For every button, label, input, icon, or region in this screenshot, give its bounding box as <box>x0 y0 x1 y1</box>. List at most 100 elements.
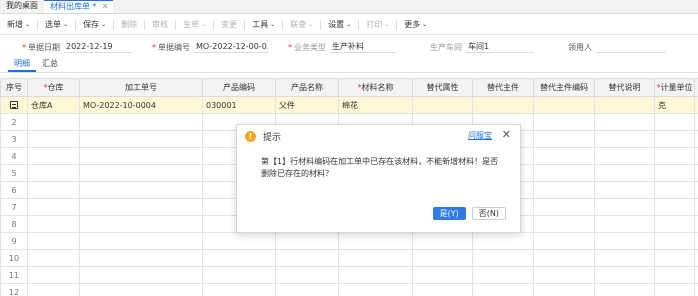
table-cell[interactable] <box>533 113 595 131</box>
table-cell[interactable] <box>27 232 80 250</box>
table-cell[interactable] <box>202 283 276 296</box>
table-cell[interactable] <box>27 147 80 165</box>
table-cell[interactable] <box>27 266 80 284</box>
table-cell[interactable]: 克 <box>654 96 695 114</box>
table-cell[interactable] <box>654 147 695 165</box>
table-cell[interactable] <box>79 283 203 296</box>
table-cell[interactable]: 11 <box>0 266 28 284</box>
table-cell[interactable] <box>472 266 534 284</box>
settings-button[interactable]: 设置 ⌄ <box>323 17 356 33</box>
table-cell[interactable]: 9 <box>0 232 28 250</box>
save-button[interactable]: 保存 ⌄ <box>78 17 111 33</box>
table-cell[interactable] <box>533 181 595 199</box>
table-cell[interactable] <box>338 283 413 296</box>
biz-type-input[interactable]: 生产补料 <box>330 41 396 53</box>
column-header[interactable]: 产品编码 <box>202 78 276 97</box>
table-cell[interactable] <box>594 232 655 250</box>
no-button[interactable]: 否(N) <box>471 207 506 220</box>
table-cell[interactable] <box>694 215 698 233</box>
column-header[interactable]: 产品名称 <box>275 78 339 97</box>
table-cell[interactable] <box>79 130 203 148</box>
column-header[interactable]: 序号 <box>0 78 28 97</box>
table-cell[interactable] <box>79 266 203 284</box>
table-cell[interactable]: 030001 <box>202 96 276 114</box>
table-cell[interactable] <box>533 198 595 216</box>
table-cell[interactable] <box>694 283 698 296</box>
table-cell[interactable] <box>654 198 695 216</box>
table-cell[interactable] <box>654 181 695 199</box>
table-cell[interactable] <box>533 96 595 114</box>
table-cell[interactable]: 12 <box>0 283 28 296</box>
table-cell[interactable] <box>79 198 203 216</box>
table-cell[interactable] <box>654 113 695 131</box>
table-cell[interactable] <box>275 283 339 296</box>
table-cell[interactable] <box>594 113 655 131</box>
table-cell[interactable] <box>694 232 698 250</box>
delete-button[interactable]: 删除 <box>116 17 142 33</box>
table-cell[interactable]: 10 <box>0 249 28 267</box>
change-button[interactable]: 变更 <box>216 17 242 33</box>
table-cell[interactable] <box>79 164 203 182</box>
table-cell[interactable] <box>27 283 80 296</box>
table-cell[interactable] <box>594 96 655 114</box>
column-header[interactable]: *材料名称 <box>338 78 413 97</box>
table-cell[interactable] <box>533 249 595 267</box>
table-cell[interactable] <box>594 266 655 284</box>
table-cell[interactable] <box>533 130 595 148</box>
table-cell[interactable] <box>594 215 655 233</box>
tab-detail[interactable]: 明细 <box>8 57 36 72</box>
more-button[interactable]: 更多 ⌄ <box>399 17 432 33</box>
column-header[interactable]: 加工单号 <box>79 78 203 97</box>
table-cell[interactable] <box>27 164 80 182</box>
yes-button[interactable]: 是(Y) <box>432 207 466 220</box>
table-cell[interactable] <box>594 249 655 267</box>
table-cell[interactable] <box>27 113 80 131</box>
table-cell[interactable] <box>533 283 595 296</box>
doc-no-input[interactable]: MO-2022-12-00-0... <box>194 41 268 53</box>
tab-material-outbound[interactable]: 材料出库单 * ✕ <box>44 0 113 13</box>
table-cell[interactable] <box>654 215 695 233</box>
column-header[interactable]: 替代属性 <box>412 78 473 97</box>
table-cell[interactable] <box>79 147 203 165</box>
table-cell[interactable] <box>533 164 595 182</box>
table-cell[interactable] <box>472 249 534 267</box>
doc-date-input[interactable]: 2022-12-19 <box>64 41 132 53</box>
table-cell[interactable] <box>202 249 276 267</box>
table-cell[interactable]: 父件 <box>275 96 339 114</box>
table-cell[interactable] <box>654 266 695 284</box>
column-header[interactable]: *计量单位 <box>654 78 695 97</box>
column-header[interactable]: 替代主件 <box>472 78 534 97</box>
tab-summary[interactable]: 汇总 <box>36 57 64 72</box>
tab-my-desktop[interactable]: 我的桌面 <box>0 0 44 13</box>
linked-query-button[interactable]: 联查 ⌄ <box>285 17 318 33</box>
table-row[interactable]: 12 <box>0 283 698 296</box>
table-cell[interactable] <box>594 130 655 148</box>
table-cell[interactable] <box>694 130 698 148</box>
table-row[interactable]: 11 <box>0 266 698 284</box>
table-cell[interactable] <box>594 181 655 199</box>
table-row[interactable]: 仓库AMO-2022-10-0004030001父件棉花 克1 <box>0 96 698 114</box>
table-cell[interactable] <box>275 249 339 267</box>
generate-doc-button[interactable]: 生单 ⌄ <box>178 17 211 33</box>
table-cell[interactable] <box>654 232 695 250</box>
table-cell[interactable]: 6 <box>0 181 28 199</box>
table-cell[interactable] <box>27 198 80 216</box>
table-cell[interactable] <box>275 266 339 284</box>
table-cell[interactable] <box>594 164 655 182</box>
table-cell[interactable]: 3 <box>0 130 28 148</box>
table-cell[interactable] <box>472 232 534 250</box>
close-icon[interactable]: ✕ <box>502 128 511 141</box>
row-edit-icon[interactable] <box>10 101 18 109</box>
table-cell[interactable]: 7 <box>0 198 28 216</box>
close-icon[interactable]: ✕ <box>102 1 109 12</box>
table-cell[interactable] <box>694 198 698 216</box>
table-cell[interactable] <box>27 130 80 148</box>
table-cell[interactable] <box>338 249 413 267</box>
table-cell[interactable] <box>79 113 203 131</box>
table-cell[interactable] <box>275 232 339 250</box>
table-cell[interactable]: 5 <box>0 164 28 182</box>
table-cell[interactable] <box>694 249 698 267</box>
table-cell[interactable] <box>694 147 698 165</box>
table-cell[interactable] <box>79 181 203 199</box>
table-cell[interactable] <box>27 181 80 199</box>
